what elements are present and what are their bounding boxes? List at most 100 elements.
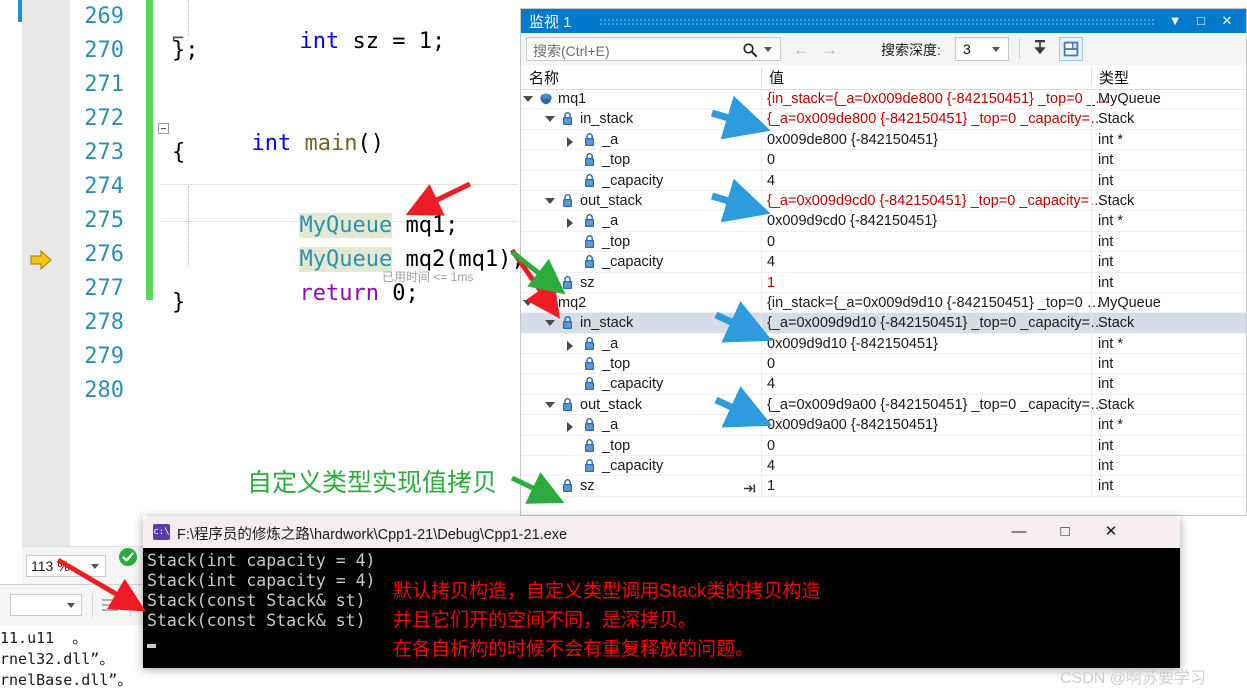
cell-divider [761,313,762,334]
close-icon[interactable]: ✕ [1218,12,1236,30]
chevron-right-icon[interactable] [567,340,573,351]
pin-filter-icon[interactable] [1029,37,1053,61]
console-output-area[interactable]: Stack(int capacity = 4) Stack(int capaci… [143,548,1180,668]
line-number: 271 [84,72,124,97]
hex-display-icon[interactable] [1059,37,1083,61]
nav-back-icon[interactable]: ← [793,40,810,60]
chevron-down-icon[interactable] [545,401,555,408]
console-output-line: Stack(const Stack& st) [147,591,366,610]
console-window[interactable]: c:\ F:\程序员的修炼之路\hardwork\Cpp1-21\Debug\C… [143,516,1180,668]
chevron-down-icon[interactable] [523,299,533,306]
code-token-text: { [172,140,186,165]
column-header-type[interactable]: 类型 [1099,67,1129,88]
field-icon [583,377,597,392]
watch-row-type: int * [1098,213,1123,230]
output-toolbar [0,585,143,625]
line-number: 274 [84,174,124,199]
indent-guide [188,186,189,266]
watch-row-type: MyQueue [1098,91,1161,107]
cell-divider [1091,415,1092,436]
chevron-down-icon[interactable] [545,116,555,123]
watch-row[interactable]: _a 0x009d9cd0 {-842150451} int * [521,211,1246,232]
chevron-down-icon[interactable] [992,47,1000,52]
cell-divider [761,190,762,212]
watch-row[interactable]: mq1 {in_stack={_a=0x009de800 {-842150451}… [521,89,1246,110]
minimize-button[interactable]: — [996,516,1042,548]
watch-row[interactable]: _top 0 int [521,231,1246,253]
field-icon [583,153,597,168]
cell-divider [761,415,762,436]
watch-column-headers: 名称 值 类型 [521,65,1246,90]
maximize-icon[interactable]: □ [1192,12,1210,30]
watch-row[interactable]: out_stack {_a=0x009d9cd0 {-842150451} _to… [521,190,1246,212]
console-output-line: Stack(int capacity = 4) [147,551,376,570]
search-depth-select[interactable]: 3 [955,37,1009,61]
watch-row[interactable]: _a 0x009d9a00 {-842150451} int * [521,415,1246,436]
watch-toolbar[interactable]: 搜索(Ctrl+E) ← → 搜索深度: 3 [521,33,1246,66]
watch-row[interactable]: out_stack {_a=0x009d9a00 {-842150451} _to… [521,394,1246,416]
chevron-down-icon[interactable] [545,320,555,327]
pin-to-source-icon[interactable] [743,481,757,493]
watch-row[interactable]: _capacity 4 int [521,456,1246,477]
column-header-name[interactable]: 名称 [529,67,559,88]
output-source-select[interactable] [10,594,82,616]
watch-row-value: 0x009de800 {-842150451} [767,131,938,148]
chevron-down-icon[interactable] [764,47,772,52]
watch-row-type: int [1098,172,1114,189]
watch-row[interactable]: sz 1 int [521,272,1246,293]
output-pane[interactable]: 11.u11 。 rnel32.dll”。 rnelBase.dll”。 [0,584,143,696]
watch-row[interactable]: _capacity 4 int [521,170,1246,191]
chevron-right-icon[interactable] [567,136,573,147]
column-divider[interactable] [761,67,762,87]
field-icon [583,336,597,352]
change-indicator-bar [146,0,153,300]
zoom-level-select[interactable]: 113 % [26,555,106,577]
chevron-down-icon[interactable] [523,96,533,102]
watch-variable-tree[interactable]: mq1 {in_stack={_a=0x009de800 {-842150451}… [521,89,1246,515]
maximize-button[interactable]: □ [1042,516,1088,548]
watch-row-name: out_stack [580,396,643,413]
search-icon[interactable] [742,42,758,58]
search-input[interactable]: 搜索(Ctrl+E) [526,37,781,61]
chevron-right-icon[interactable] [567,422,573,433]
watch-row-type: MyQueue [1098,294,1161,311]
watch-row[interactable]: _capacity 4 int [521,374,1246,395]
cell-divider [1091,435,1092,457]
no-issues-badge-icon [119,548,137,566]
watch-row[interactable]: _top 0 int [521,435,1246,457]
watch-row-type: int * [1098,417,1123,434]
column-header-value[interactable]: 值 [769,67,784,88]
watch-window[interactable]: 监视 1 ▼ □ ✕ 搜索(Ctrl+E) ← → 搜索深度: 3 名称 值 类… [520,8,1247,516]
watch-row[interactable]: _top 0 int [521,150,1246,171]
watch-row-name: _capacity [602,254,664,271]
watch-row-value: 0x009d9a00 {-842150451} [767,417,938,434]
window-dropdown-icon[interactable]: ▼ [1166,12,1184,30]
console-cursor [147,644,156,648]
watch-row[interactable]: _capacity 4 int [521,252,1246,273]
watch-row-name: _a [602,417,619,434]
wrap-text-icon[interactable] [100,595,120,615]
watch-row[interactable]: _a 0x009d9d10 {-842150451} int * [521,333,1246,355]
watch-row[interactable]: _top 0 int [521,354,1246,375]
console-title-bar[interactable]: c:\ F:\程序员的修炼之路\hardwork\Cpp1-21\Debug\C… [143,516,1180,548]
code-token-keyword: return [299,281,379,306]
cell-divider [761,109,762,130]
column-divider[interactable] [1091,67,1092,87]
close-button[interactable]: ✕ [1088,516,1134,548]
watch-row-value: 0 [767,152,776,169]
watch-row-value: 1 [767,274,776,291]
watch-row[interactable]: in_stack {_a=0x009d9d10 {-842150451} _top… [521,313,1246,334]
field-icon [583,357,597,372]
chevron-right-icon[interactable] [567,218,573,229]
nav-forward-icon[interactable]: → [821,40,838,60]
watch-row[interactable]: sz 1 int [521,476,1246,497]
watch-row[interactable]: mq2 {in_stack={_a=0x009d9d10 {-842150451}… [521,292,1246,314]
breakpoint-margin[interactable] [22,0,71,546]
output-line: 11.u11 。 [0,629,88,647]
watch-row[interactable]: _a 0x009de800 {-842150451} int * [521,129,1246,151]
collapse-toggle-icon[interactable] [158,123,169,134]
chevron-down-icon[interactable] [545,197,555,204]
watch-row[interactable]: in_stack {_a=0x009de800 {-842150451} _top… [521,109,1246,130]
watch-row-type: int [1098,233,1114,250]
watch-title-bar[interactable]: 监视 1 ▼ □ ✕ [521,9,1246,33]
